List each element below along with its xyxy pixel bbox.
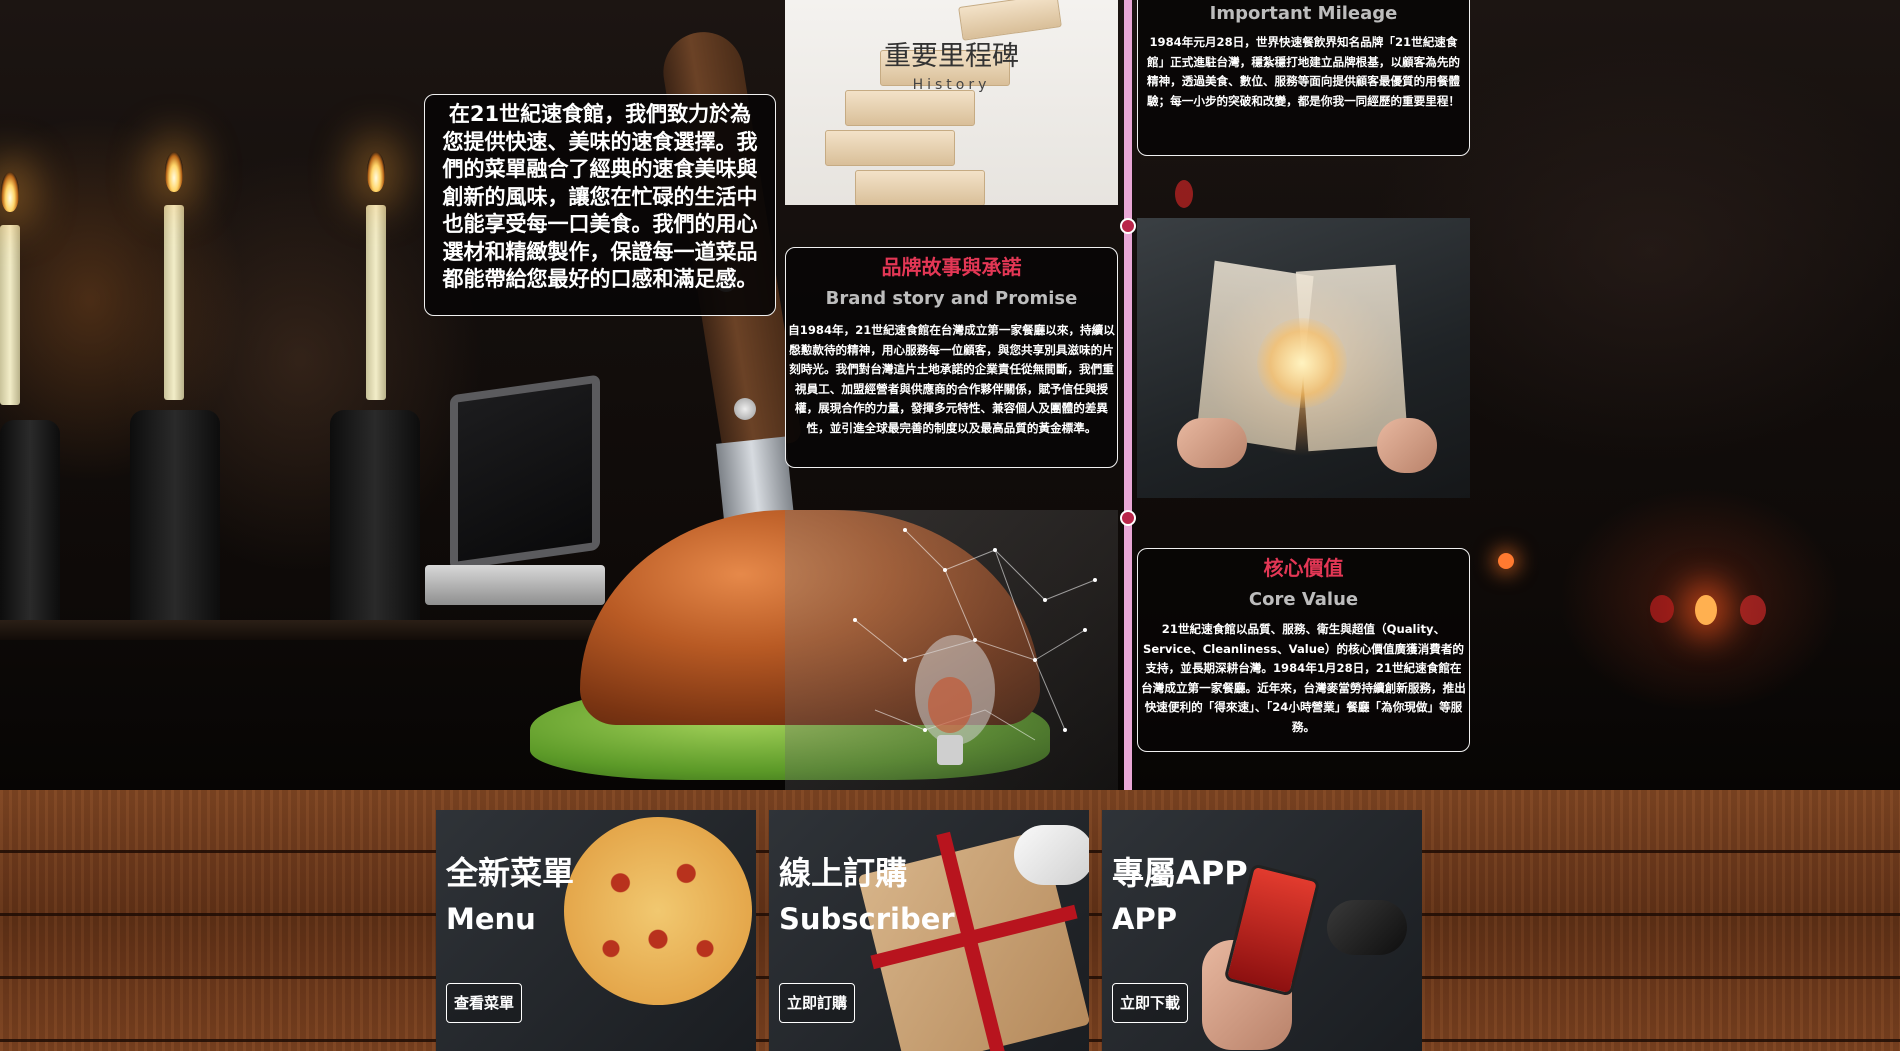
tech-network-image: [785, 510, 1118, 790]
hand: [1014, 825, 1089, 885]
hand: [1177, 418, 1247, 468]
promo-app-subtitle: APP: [1112, 902, 1177, 936]
intro-text: 在21世紀速食館，我們致力於為您提供快速、美味的速食選擇。我們的菜單融合了經典的…: [442, 102, 758, 291]
bottle: [0, 420, 60, 630]
book-lights-image: [1137, 218, 1470, 498]
promo-order-card: 線上訂購 Subscriber 立即訂購: [769, 810, 1089, 1051]
pizza-image: [564, 817, 752, 1005]
network-lines: [853, 528, 1097, 765]
mileage-title: Important Mileage: [1209, 3, 1398, 24]
bokeh-light: [1740, 595, 1766, 625]
bokeh-light: [1498, 553, 1514, 569]
candle-flame: [165, 152, 183, 192]
candle: [366, 205, 386, 400]
knife-rivet: [734, 398, 756, 420]
candle-flame: [1, 172, 19, 212]
hand: [1377, 418, 1437, 473]
history-banner: 重要里程碑 History: [785, 0, 1118, 205]
core-value-card: 核心價值 Core Value 21世紀速食館以品質、服務、衛生與超值（Qual…: [1137, 548, 1470, 752]
promo-menu-card: 全新菜單 Menu 查看菜單: [436, 810, 756, 1051]
candle: [0, 225, 20, 405]
brand-story-subtitle: Brand story and Promise: [825, 288, 1078, 309]
timeline-line: [1124, 0, 1132, 790]
core-value-body: 21世紀速食館以品質、服務、衛生與超值（Quality、Service、Clea…: [1141, 622, 1466, 734]
candle-flame: [367, 152, 385, 192]
promo-order-title: 線上訂購: [779, 854, 908, 892]
promo-order-subtitle: Subscriber: [779, 902, 955, 936]
bottle: [330, 410, 420, 630]
scanner-image: [1327, 900, 1407, 955]
timeline-dot: [1120, 218, 1136, 234]
core-value-subtitle: Core Value: [1248, 589, 1359, 610]
bokeh-light: [1650, 595, 1674, 623]
brand-story-title: 品牌故事與承諾: [881, 255, 1022, 279]
bokeh-light: [1695, 595, 1717, 625]
promo-app-card: 專屬APP APP 立即下載: [1102, 810, 1422, 1051]
intro-card: 在21世紀速食館，我們致力於為您提供快速、美味的速食選擇。我們的菜單融合了經典的…: [424, 94, 776, 316]
timeline-dot: [1120, 510, 1136, 526]
brand-story-card: 品牌故事與承諾 Brand story and Promise 自1984年，2…: [785, 247, 1118, 468]
brand-story-body: 自1984年，21世紀速食館在台灣成立第一家餐廳以來，持續以慇懃款待的精神，用心…: [788, 323, 1115, 435]
promo-menu-title: 全新菜單: [446, 854, 575, 892]
mileage-body: 1984年元月28日，世界快速餐飲界知名品牌「21世紀速食館」正式進駐台灣，穩紮…: [1146, 35, 1461, 108]
history-subtitle: History: [912, 77, 991, 93]
promo-menu-subtitle: Menu: [446, 902, 536, 936]
mileage-card: Important Mileage 1984年元月28日，世界快速餐飲界知名品牌…: [1137, 0, 1470, 156]
history-title: 重要里程碑: [884, 41, 1019, 72]
download-app-button[interactable]: 立即下載: [1112, 983, 1189, 1023]
plates: [425, 565, 605, 605]
order-now-button[interactable]: 立即訂購: [779, 983, 856, 1023]
laptop: [450, 374, 600, 571]
wood-block: [855, 170, 985, 205]
bottle: [130, 410, 220, 630]
wood-block: [825, 130, 955, 166]
bokeh-light: [1175, 180, 1193, 208]
fairy-lights: [1257, 318, 1347, 408]
wood-block: [845, 90, 975, 126]
core-value-title: 核心價值: [1263, 556, 1344, 580]
candle: [164, 205, 184, 400]
promo-app-title: 專屬APP: [1112, 854, 1248, 892]
view-menu-button[interactable]: 查看菜單: [446, 983, 523, 1023]
